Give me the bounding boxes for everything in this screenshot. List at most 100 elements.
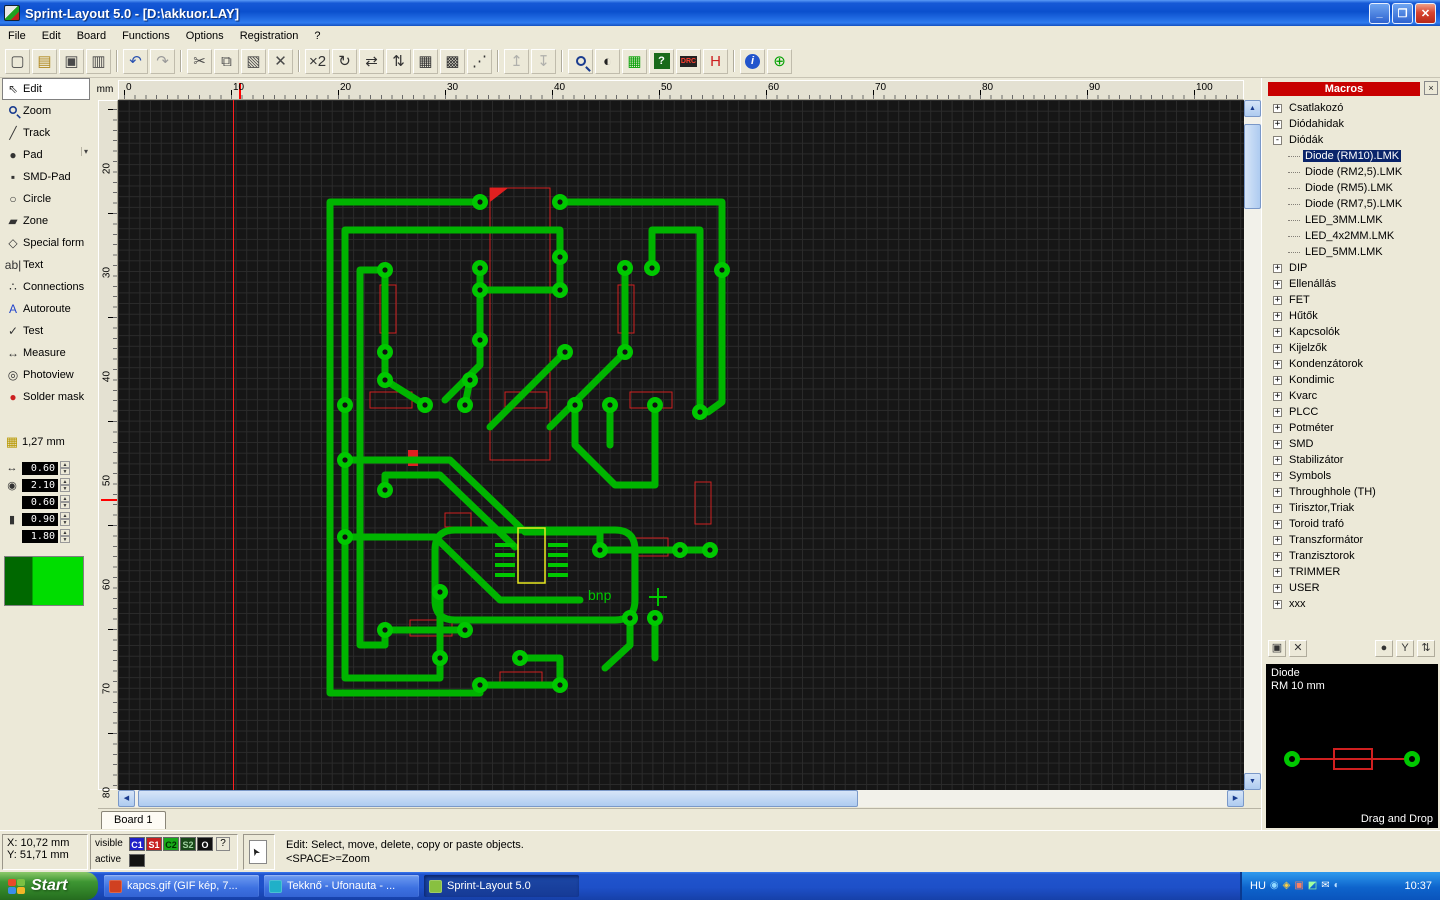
sort-button[interactable]: ⇅: [1417, 639, 1435, 657]
paste-button[interactable]: ▧: [241, 48, 266, 74]
macro-tree-item[interactable]: + Transzformátor: [1266, 532, 1438, 548]
save-button[interactable]: ▣: [59, 48, 84, 74]
tool-measure[interactable]: ↔ Measure: [2, 342, 90, 364]
rotate-button[interactable]: ↻: [332, 48, 357, 74]
macro-preview[interactable]: Diode RM 10 mm Drag and Drop: [1266, 664, 1438, 828]
expand-icon[interactable]: +: [1273, 519, 1282, 529]
info-button[interactable]: i: [740, 48, 765, 74]
expand-icon[interactable]: +: [1273, 535, 1282, 545]
expand-icon[interactable]: +: [1273, 567, 1282, 577]
macro-tree-item[interactable]: + PLCC: [1266, 404, 1438, 420]
field-value[interactable]: 0.60: [22, 461, 58, 475]
macro-help-button[interactable]: ?: [649, 48, 674, 74]
vertical-scrollbar[interactable]: ▲ ▼: [1244, 100, 1261, 790]
board-canvas[interactable]: bnp: [118, 100, 1244, 790]
layer-help-button[interactable]: ?: [216, 837, 230, 851]
macro-tree-item[interactable]: Diode (RM5).LMK: [1266, 180, 1438, 196]
macro-tree-item[interactable]: + TRIMMER: [1266, 564, 1438, 580]
macro-tree-item[interactable]: + Tirisztor,Triak: [1266, 500, 1438, 516]
tool-photoview[interactable]: ◎ Photoview: [2, 364, 90, 386]
horizontal-scrollbar[interactable]: ◀ ▶: [118, 790, 1244, 807]
pcb-layout[interactable]: bnp: [118, 100, 1244, 790]
layer-toggle-o[interactable]: O: [197, 837, 213, 851]
tool-smd-pad[interactable]: ▪ SMD-Pad: [2, 166, 90, 188]
expand-icon[interactable]: +: [1273, 343, 1282, 353]
tool-pad[interactable]: ● Pad ▾: [2, 144, 90, 166]
layer-toggle-s1[interactable]: S1: [146, 837, 162, 851]
new-button[interactable]: ▢: [5, 48, 30, 74]
grid-setting[interactable]: ▦ 1,27 mm: [2, 432, 90, 452]
macro-tree-item[interactable]: + FET: [1266, 292, 1438, 308]
tray-icon-4[interactable]: ✉: [1321, 881, 1329, 891]
macro-tree-item[interactable]: + SMD: [1266, 436, 1438, 452]
expand-icon[interactable]: +: [1273, 119, 1282, 129]
delete-macro-button[interactable]: ✕: [1289, 639, 1307, 657]
expand-icon[interactable]: +: [1273, 599, 1282, 609]
tool-test[interactable]: ✓ Test: [2, 320, 90, 342]
scroll-down-arrow[interactable]: ▼: [1244, 773, 1261, 790]
macro-tree-item[interactable]: + Kvarc: [1266, 388, 1438, 404]
to-back-button[interactable]: ↧: [531, 48, 556, 74]
menu-functions[interactable]: Functions: [114, 28, 178, 44]
layer-colors-button[interactable]: ▦: [622, 48, 647, 74]
menu-board[interactable]: Board: [69, 28, 114, 44]
tool-text[interactable]: ab| Text: [2, 254, 90, 276]
macro-tree-item[interactable]: + xxx: [1266, 596, 1438, 612]
mirror-vertical-button[interactable]: ⇅: [386, 48, 411, 74]
field-value[interactable]: 2.10: [22, 478, 58, 492]
scale-x2-button[interactable]: ×2: [305, 48, 330, 74]
save-macro-button[interactable]: ▣: [1268, 639, 1286, 657]
macro-tree-item[interactable]: + Csatlakozó: [1266, 100, 1438, 116]
macro-tree-item[interactable]: LED_5MM.LMK: [1266, 244, 1438, 260]
taskbar-task-1[interactable]: Tekknő - Ufonauta - ...: [264, 875, 419, 897]
expand-icon[interactable]: +: [1273, 423, 1282, 433]
expand-icon[interactable]: +: [1273, 471, 1282, 481]
expand-icon[interactable]: +: [1273, 455, 1282, 465]
expand-icon[interactable]: +: [1273, 263, 1282, 273]
macro-tree-item[interactable]: + Kondimic: [1266, 372, 1438, 388]
mirror-horizontal-button[interactable]: ⇄: [359, 48, 384, 74]
pad-view-button[interactable]: ●: [1375, 639, 1393, 657]
active-layer-swatch[interactable]: [129, 854, 145, 867]
tool-autoroute[interactable]: A Autoroute: [2, 298, 90, 320]
tool-special-form[interactable]: ◇ Special form: [2, 232, 90, 254]
spinner-down-icon[interactable]: ▼: [60, 485, 70, 492]
cut-button[interactable]: ✂: [187, 48, 212, 74]
expand-icon[interactable]: +: [1273, 487, 1282, 497]
layer-toggle-c2[interactable]: C2: [163, 837, 179, 851]
diagonal-mode-button[interactable]: ⋰: [467, 48, 492, 74]
spinner-down-icon[interactable]: ▼: [60, 502, 70, 509]
language-indicator[interactable]: HU: [1250, 880, 1266, 892]
menu-options[interactable]: Options: [178, 28, 232, 44]
board-tab[interactable]: Board 1: [101, 811, 166, 829]
menu-registration[interactable]: Registration: [232, 28, 307, 44]
expand-icon[interactable]: +: [1273, 375, 1282, 385]
menu-edit[interactable]: Edit: [34, 28, 69, 44]
photoview-button[interactable]: ◐: [595, 48, 620, 74]
macro-tree-item[interactable]: - Diódák: [1266, 132, 1438, 148]
scroll-left-arrow[interactable]: ◀: [118, 790, 135, 807]
macro-tree-item[interactable]: + USER: [1266, 580, 1438, 596]
start-button[interactable]: Start: [0, 872, 98, 900]
expand-icon[interactable]: +: [1273, 503, 1282, 513]
macro-panel-close-icon[interactable]: ×: [1424, 81, 1438, 95]
macro-tree-item[interactable]: + DIP: [1266, 260, 1438, 276]
tool-solder-mask[interactable]: ● Solder mask: [2, 386, 90, 408]
vertical-scroll-thumb[interactable]: [1244, 124, 1261, 209]
spinner-up-icon[interactable]: ▲: [60, 495, 70, 502]
filter-button[interactable]: Y: [1396, 639, 1414, 657]
taskbar-task-2[interactable]: Sprint-Layout 5.0: [424, 875, 579, 897]
spinner-up-icon[interactable]: ▲: [60, 478, 70, 485]
undo-button[interactable]: ↶: [123, 48, 148, 74]
expand-icon[interactable]: +: [1273, 583, 1282, 593]
scroll-up-arrow[interactable]: ▲: [1244, 100, 1261, 117]
zoom-button[interactable]: [568, 48, 593, 74]
spinner-down-icon[interactable]: ▼: [60, 468, 70, 475]
layer-toggle-s2[interactable]: S2: [180, 837, 196, 851]
field-value[interactable]: 0.90: [22, 512, 58, 526]
grid-align-button[interactable]: ▦: [413, 48, 438, 74]
macro-tree-item[interactable]: + Stabilizátor: [1266, 452, 1438, 468]
tool-connections[interactable]: ∴ Connections: [2, 276, 90, 298]
macro-tree-item[interactable]: + Throughhole (TH): [1266, 484, 1438, 500]
spinner-up-icon[interactable]: ▲: [60, 512, 70, 519]
